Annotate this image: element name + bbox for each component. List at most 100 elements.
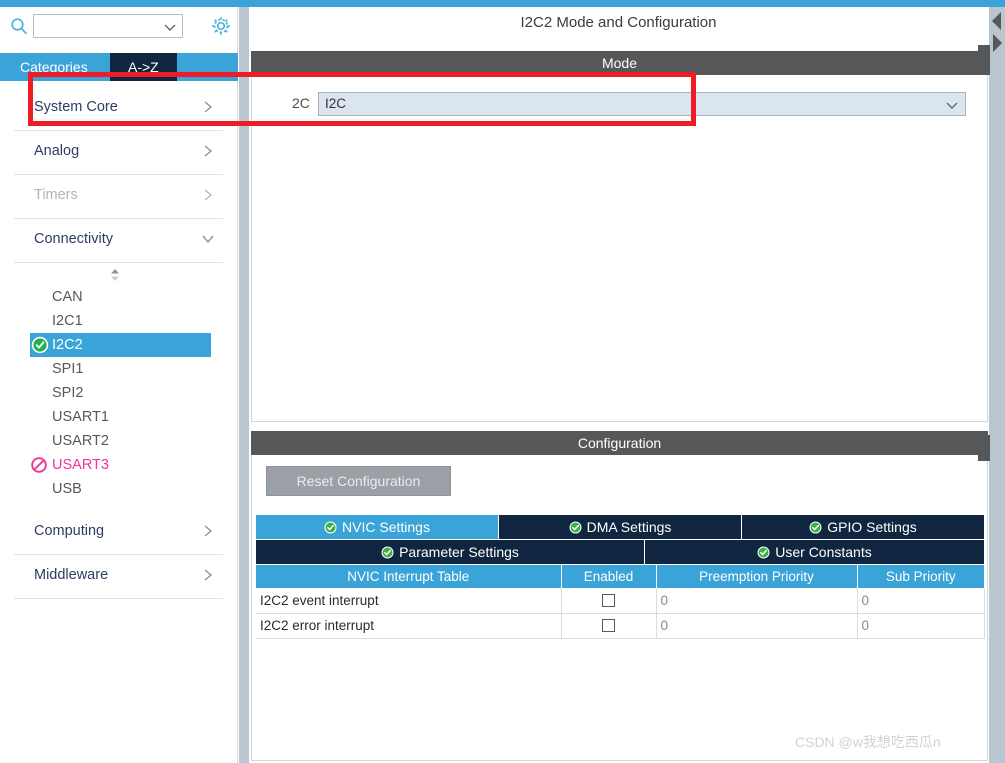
tab-a-to-z[interactable]: A->Z xyxy=(110,53,177,81)
search-input[interactable] xyxy=(37,17,159,35)
sidebar-category-timers[interactable]: Timers xyxy=(14,175,223,219)
peripheral-label: SPI2 xyxy=(52,385,84,401)
sidebar-category-middleware[interactable]: Middleware xyxy=(14,555,223,599)
tab-user-constants[interactable]: User Constants xyxy=(645,540,984,564)
sidebar-category-system-core[interactable]: System Core xyxy=(14,87,223,131)
search-row xyxy=(0,9,238,41)
column-header-preemption-priority[interactable]: Preemption Priority xyxy=(656,565,858,588)
column-header-nvic-interrupt-table[interactable]: NVIC Interrupt Table xyxy=(256,565,562,588)
enabled-cell[interactable] xyxy=(561,613,657,639)
peripheral-item-usart2[interactable]: USART2 xyxy=(0,429,237,453)
tab-gpio-settings[interactable]: GPIO Settings xyxy=(742,515,984,539)
mode-and-configuration-pane: I2C2 Mode and Configuration Mode 2C I2C … xyxy=(249,7,989,763)
peripheral-item-can[interactable]: CAN xyxy=(0,285,237,309)
peripheral-list-wrapper: CAN I2C1 I2C2 SPI1 SPI2 USART1 USART2 US… xyxy=(0,263,237,511)
scroll-updown-icon[interactable] xyxy=(107,267,123,283)
peripheral-item-spi1[interactable]: SPI1 xyxy=(0,357,237,381)
reset-configuration-button[interactable]: Reset Configuration xyxy=(266,466,451,496)
tab-nvic-settings[interactable]: NVIC Settings xyxy=(256,515,499,539)
category-label: Middleware xyxy=(34,567,109,583)
sub-priority-value[interactable]: 0 xyxy=(857,613,985,639)
tab-label: GPIO Settings xyxy=(827,519,917,535)
mode-select-value: I2C xyxy=(325,96,347,111)
no-entry-icon xyxy=(30,456,48,474)
column-header-enabled[interactable]: Enabled xyxy=(561,565,657,588)
check-badge-icon xyxy=(324,517,337,534)
sidebar-tabbar: Categories A->Z xyxy=(0,53,238,81)
nvic-interrupt-table: NVIC Interrupt Table Enabled Preemption … xyxy=(256,565,985,639)
sub-priority-value[interactable]: 0 xyxy=(857,588,985,614)
category-label: Computing xyxy=(34,523,105,539)
top-accent-strip xyxy=(0,0,1005,7)
chevron-right-icon xyxy=(201,186,215,204)
cubemx-window: Categories A->Z System Core Analog Timer… xyxy=(0,0,1005,763)
peripheral-item-usb[interactable]: USB xyxy=(0,477,237,501)
scrollbar-thumb-top[interactable] xyxy=(978,45,990,75)
interrupt-name: I2C2 event interrupt xyxy=(256,588,562,614)
configuration-tabbar-row2: Parameter Settings User Constants xyxy=(256,540,984,564)
peripheral-label: USART3 xyxy=(52,457,109,473)
chevron-right-icon xyxy=(201,566,215,584)
tab-label: User Constants xyxy=(775,544,872,560)
watermark-text: CSDN @w我想吃西瓜n xyxy=(795,734,941,750)
chevron-right-icon xyxy=(201,142,215,160)
configuration-section-body: Reset Configuration NVIC Settings DMA Se… xyxy=(251,455,988,761)
sidebar-category-analog[interactable]: Analog xyxy=(14,131,223,175)
table-row: I2C2 event interrupt 0 0 xyxy=(256,588,985,614)
category-label: Analog xyxy=(34,143,80,159)
peripheral-item-usart3[interactable]: USART3 xyxy=(0,453,237,477)
chevron-right-icon xyxy=(201,98,215,116)
check-badge-icon xyxy=(381,542,394,559)
peripheral-item-i2c2[interactable]: I2C2 xyxy=(30,333,211,357)
category-label: Connectivity xyxy=(34,231,113,247)
tab-parameter-settings[interactable]: Parameter Settings xyxy=(256,540,645,564)
peripheral-item-i2c1[interactable]: I2C1 xyxy=(0,309,237,333)
mode-field-label: 2C xyxy=(292,95,310,111)
mode-section-header: Mode xyxy=(251,51,988,75)
table-header-row: NVIC Interrupt Table Enabled Preemption … xyxy=(256,565,984,588)
chevron-down-icon[interactable] xyxy=(945,98,959,110)
configuration-section-header: Configuration xyxy=(251,431,988,455)
mode-select[interactable]: I2C xyxy=(318,92,966,116)
sidebar-category-computing[interactable]: Computing xyxy=(14,511,223,555)
peripheral-item-spi2[interactable]: SPI2 xyxy=(0,381,237,405)
category-label: Timers xyxy=(34,187,78,203)
check-badge-icon xyxy=(809,517,822,534)
check-badge-icon xyxy=(569,517,582,534)
tab-label: Parameter Settings xyxy=(399,544,519,560)
search-combobox[interactable] xyxy=(33,14,183,38)
preemption-priority-value[interactable]: 0 xyxy=(656,613,858,639)
peripheral-label: I2C2 xyxy=(52,337,83,353)
search-icon xyxy=(10,17,28,35)
column-header-sub-priority[interactable]: Sub Priority xyxy=(857,565,984,588)
interrupt-name: I2C2 error interrupt xyxy=(256,613,562,639)
chevron-down-icon[interactable] xyxy=(163,20,177,34)
sidebar-category-connectivity[interactable]: Connectivity xyxy=(14,219,223,263)
enabled-checkbox[interactable] xyxy=(602,619,615,632)
peripheral-list: CAN I2C1 I2C2 SPI1 SPI2 USART1 USART2 US… xyxy=(0,285,237,501)
chevron-down-icon xyxy=(201,230,215,248)
page-title: I2C2 Mode and Configuration xyxy=(249,9,988,37)
mode-field-row: 2C I2C xyxy=(292,92,982,116)
scrollbar-thumb-bottom[interactable] xyxy=(978,435,990,461)
peripheral-label: USART1 xyxy=(52,409,109,425)
splitter-collapse-arrows[interactable] xyxy=(990,10,1004,56)
tab-dma-settings[interactable]: DMA Settings xyxy=(499,515,742,539)
configuration-tabbar-row1: NVIC Settings DMA Settings GPIO Settings xyxy=(256,515,984,540)
peripheral-label: I2C1 xyxy=(52,313,83,329)
peripheral-sidebar: Categories A->Z System Core Analog Timer… xyxy=(0,7,238,763)
peripheral-item-usart1[interactable]: USART1 xyxy=(0,405,237,429)
check-circle-icon xyxy=(31,336,49,354)
peripheral-label: SPI1 xyxy=(52,361,84,377)
gear-icon[interactable] xyxy=(210,15,232,37)
vertical-splitter[interactable] xyxy=(239,7,249,763)
enabled-checkbox[interactable] xyxy=(602,593,615,607)
tab-categories[interactable]: Categories xyxy=(6,53,102,81)
right-splitter[interactable] xyxy=(989,7,1005,763)
preemption-priority-value[interactable]: 0 xyxy=(656,588,858,614)
chevron-right-icon xyxy=(201,522,215,540)
peripheral-label: USART2 xyxy=(52,433,109,449)
tab-label: NVIC Settings xyxy=(342,519,430,535)
enabled-cell[interactable] xyxy=(561,588,657,614)
tab-label: DMA Settings xyxy=(586,519,672,535)
